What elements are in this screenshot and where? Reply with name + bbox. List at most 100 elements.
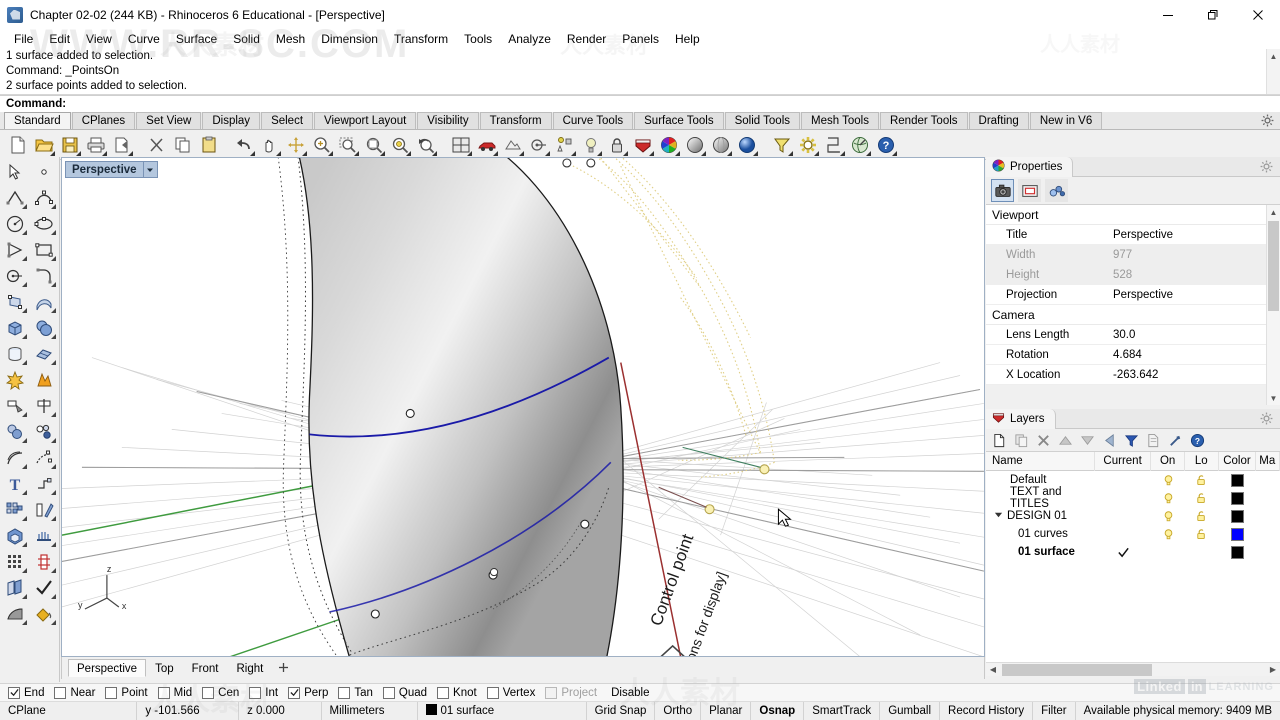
unlock-icon[interactable] [1185, 510, 1219, 523]
checkbox-icon[interactable] [249, 686, 262, 699]
unlock-icon[interactable] [1185, 492, 1219, 505]
tab-transform[interactable]: Transform [479, 112, 552, 129]
rectangle-icon[interactable] [29, 237, 58, 263]
tab-display[interactable]: Display [202, 112, 261, 129]
polyline-icon[interactable] [0, 185, 29, 211]
selection-filter-icon[interactable] [770, 133, 794, 157]
light-bulb-icon[interactable] [1151, 528, 1185, 541]
offset-curve-icon[interactable] [0, 445, 29, 471]
menu-transform[interactable]: Transform [386, 29, 456, 49]
layer-color-swatch[interactable] [1219, 509, 1257, 523]
box-icon[interactable] [0, 315, 29, 341]
property-value[interactable]: Perspective [1109, 289, 1266, 301]
scroll-right-icon[interactable]: ▶ [1266, 665, 1280, 674]
copy-layer-icon[interactable] [1012, 431, 1031, 450]
unlock-icon[interactable] [1185, 474, 1219, 487]
viewport-tab-top[interactable]: Top [146, 659, 183, 677]
boolean-icon[interactable] [29, 367, 58, 393]
command-history-scrollbar[interactable]: ▲ ▼ [1266, 49, 1280, 94]
scroll-up-icon[interactable]: ▲ [1267, 205, 1280, 219]
viewport-canvas[interactable]: z y x Control point [options for display… [62, 158, 984, 657]
command-history[interactable]: 1 surface added to selection. Command: _… [0, 49, 1280, 95]
cylinder-icon[interactable] [0, 341, 29, 367]
light-bulb-icon[interactable] [1151, 492, 1185, 505]
status-cplane[interactable]: CPlane [0, 701, 138, 720]
gear-icon[interactable] [1260, 160, 1273, 173]
menu-view[interactable]: View [78, 29, 120, 49]
viewport-title-tab[interactable]: Perspective [65, 161, 158, 178]
point-icon[interactable] [29, 159, 58, 185]
layer-col-current[interactable]: Current [1095, 451, 1152, 471]
copy-object-icon[interactable] [0, 575, 29, 601]
layer-row-01-curves[interactable]: 01 curves [986, 525, 1280, 543]
save-icon[interactable] [58, 133, 82, 157]
menu-tools[interactable]: Tools [456, 29, 500, 49]
property-row-rotation[interactable]: Rotation 4.684 [986, 345, 1266, 365]
tab-set-view[interactable]: Set View [136, 112, 202, 129]
explode-icon[interactable] [0, 367, 29, 393]
properties-scrollbar[interactable]: ▲ ▼ [1266, 205, 1280, 405]
extrude-solid-icon[interactable] [0, 523, 29, 549]
expander-chevron-icon[interactable] [994, 510, 1003, 522]
polygon-icon[interactable] [0, 237, 29, 263]
property-row-title[interactable]: Title Perspective [986, 225, 1266, 245]
tab-surface-tools[interactable]: Surface Tools [634, 112, 724, 129]
checkbox-checked-icon[interactable] [8, 686, 20, 699]
status-toggle-planar[interactable]: Planar [701, 701, 752, 720]
set-cplane-icon[interactable] [527, 133, 551, 157]
menu-curve[interactable]: Curve [120, 29, 168, 49]
loft-icon[interactable] [29, 523, 58, 549]
new-file-icon[interactable] [6, 133, 30, 157]
tab-select[interactable]: Select [261, 112, 314, 129]
render-preview-icon[interactable] [501, 133, 525, 157]
osnap-near[interactable]: Near [54, 686, 95, 699]
move-up-icon[interactable] [1056, 431, 1075, 450]
layers-icon[interactable] [631, 133, 655, 157]
checkbox-icon[interactable] [486, 686, 499, 699]
viewport-frame-icon[interactable] [1018, 179, 1041, 202]
layer-color-swatch[interactable] [1219, 491, 1257, 505]
text-icon[interactable]: T [0, 471, 29, 497]
perspective-viewport[interactable]: z y x Control point [options for display… [61, 157, 985, 657]
tab-cplanes[interactable]: CPlanes [71, 112, 136, 129]
layer-tools-icon[interactable] [1166, 431, 1185, 450]
scroll-left-icon[interactable]: ◀ [986, 665, 1000, 674]
light-bulb-icon[interactable] [579, 133, 603, 157]
mirror-icon[interactable] [29, 497, 58, 523]
viewport-tab-add-button[interactable] [272, 659, 296, 677]
render-car-icon[interactable] [475, 133, 499, 157]
command-prompt[interactable]: Command: [0, 95, 1280, 112]
checkbox-icon[interactable] [202, 686, 215, 699]
menu-solid[interactable]: Solid [225, 29, 268, 49]
property-row-projection[interactable]: Projection Perspective [986, 285, 1266, 305]
new-layer-icon[interactable] [990, 431, 1009, 450]
status-toggle-record-history[interactable]: Record History [940, 701, 1034, 720]
distance-icon[interactable] [822, 133, 846, 157]
viewport-tab-perspective[interactable]: Perspective [68, 659, 147, 677]
color-wheel-icon[interactable] [657, 133, 681, 157]
control-point-curve-icon[interactable] [29, 185, 58, 211]
layers-panel-tab[interactable]: Layers [986, 408, 1056, 429]
analyze-globe-icon[interactable] [848, 133, 872, 157]
checkbox-icon[interactable] [157, 686, 170, 699]
chevron-down-icon[interactable] [142, 162, 157, 177]
status-units[interactable]: Millimeters [322, 701, 419, 720]
tab-drafting[interactable]: Drafting [968, 112, 1029, 129]
tab-solid-tools[interactable]: Solid Tools [724, 112, 800, 129]
camera-icon[interactable] [991, 179, 1014, 202]
layers-horizontal-scrollbar[interactable]: ◀ ▶ [986, 662, 1280, 676]
scroll-up-icon[interactable]: ▲ [1267, 49, 1280, 63]
rebuild-icon[interactable] [29, 549, 58, 575]
property-row-lens-length[interactable]: Lens Length 30.0 [986, 325, 1266, 345]
property-value[interactable]: 30.0 [1109, 329, 1266, 341]
menu-file[interactable]: File [6, 29, 41, 49]
layer-color-swatch[interactable] [1219, 545, 1257, 559]
ellipse-icon[interactable] [29, 211, 58, 237]
checkbox-icon[interactable] [437, 686, 450, 699]
layer-col-name[interactable]: Name [986, 451, 1095, 471]
render-sphere-icon[interactable] [709, 133, 733, 157]
rotate-view-icon[interactable] [284, 133, 308, 157]
filter-icon[interactable] [1122, 431, 1141, 450]
checkbox-checked-icon[interactable] [288, 686, 301, 699]
osnap-vertex[interactable]: Vertex [486, 686, 535, 699]
